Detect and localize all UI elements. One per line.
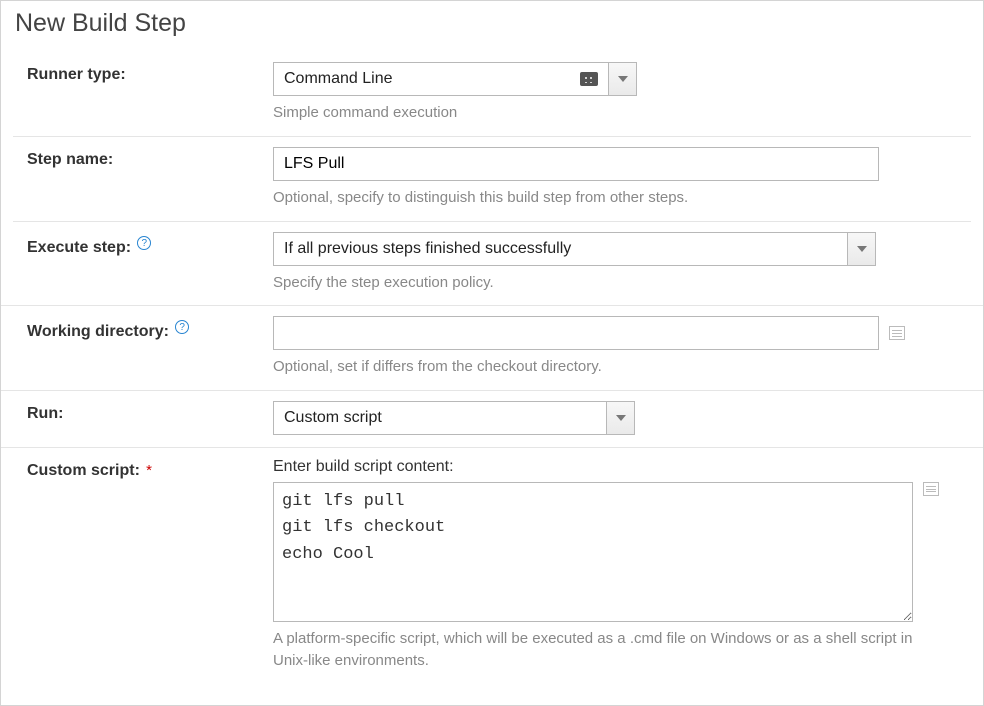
chevron-down-icon [618, 76, 628, 82]
chevron-down-icon [616, 415, 626, 421]
working-directory-input[interactable] [273, 316, 879, 350]
required-asterisk: * [146, 462, 152, 479]
runner-type-value: Command Line [284, 70, 393, 88]
label-run: Run: [27, 405, 63, 422]
help-icon[interactable]: ? [175, 320, 189, 334]
runner-type-dropdown-button[interactable] [609, 62, 637, 96]
keyboard-icon [580, 72, 598, 86]
list-icon[interactable] [889, 326, 905, 340]
list-icon[interactable] [923, 482, 939, 496]
run-dropdown-button[interactable] [607, 401, 635, 435]
run-select[interactable]: Custom script [273, 401, 635, 435]
working-directory-hint: Optional, set if differs from the checko… [273, 356, 961, 378]
label-step-name: Step name: [27, 151, 113, 168]
execute-step-hint: Specify the step execution policy. [273, 272, 961, 294]
row-custom-script: Custom script: * Enter build script cont… [13, 448, 971, 684]
row-step-name: Step name: Optional, specify to distingu… [13, 137, 971, 222]
panel-title: New Build Step [15, 9, 971, 38]
custom-script-textarea[interactable] [273, 482, 913, 622]
label-working-directory: Working directory: [27, 323, 169, 340]
execute-step-dropdown-button[interactable] [848, 232, 876, 266]
execute-step-select[interactable]: If all previous steps finished successfu… [273, 232, 876, 266]
row-run: Run: Custom script [1, 391, 983, 448]
new-build-step-panel: New Build Step Runner type: Command Line… [0, 0, 984, 706]
step-name-hint: Optional, specify to distinguish this bu… [273, 187, 961, 209]
row-execute-step: Execute step: ? If all previous steps fi… [1, 222, 983, 307]
step-name-input[interactable] [273, 147, 879, 181]
label-runner-type: Runner type: [27, 66, 126, 83]
custom-script-prompt: Enter build script content: [273, 458, 961, 476]
help-icon[interactable]: ? [137, 236, 151, 250]
execute-step-value: If all previous steps finished successfu… [284, 240, 571, 258]
custom-script-hint: A platform-specific script, which will b… [273, 628, 933, 672]
row-runner-type: Runner type: Command Line Simple command… [13, 52, 971, 137]
runner-type-hint: Simple command execution [273, 102, 961, 124]
label-execute-step: Execute step: [27, 239, 131, 256]
run-value: Custom script [284, 409, 382, 427]
chevron-down-icon [857, 246, 867, 252]
label-custom-script: Custom script: [27, 462, 140, 479]
row-working-directory: Working directory: ? Optional, set if di… [1, 306, 983, 391]
runner-type-select[interactable]: Command Line [273, 62, 637, 96]
